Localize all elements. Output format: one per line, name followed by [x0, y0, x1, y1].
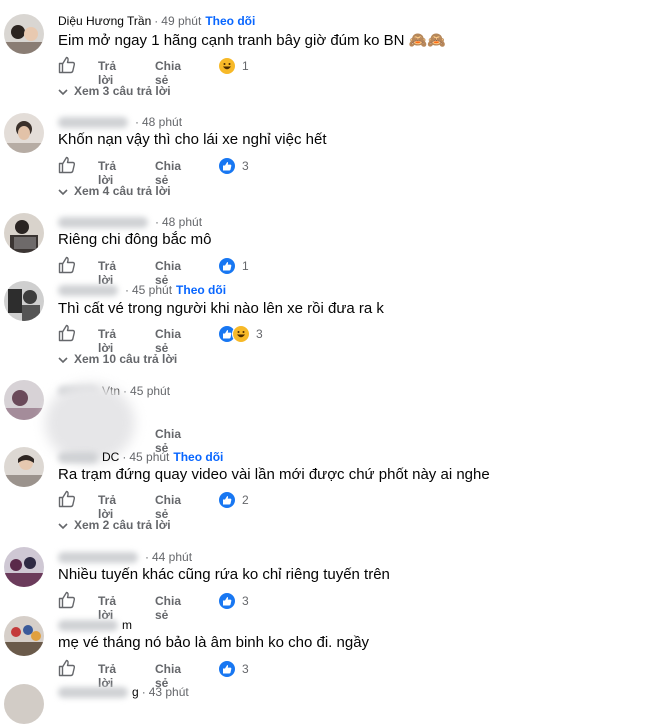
commenter-name[interactable]: g [132, 685, 139, 699]
follow-button[interactable]: Theo dõi [173, 450, 223, 464]
view-replies-link[interactable]: Xem 3 câu trả lời [58, 84, 171, 98]
comment-header: DC · 45 phút Theo dõi [58, 450, 223, 464]
avatar[interactable] [4, 14, 44, 54]
commenter-name-blurred [58, 552, 138, 564]
comment-time[interactable]: 48 phút [142, 115, 182, 129]
avatar[interactable] [4, 281, 44, 321]
view-replies-label: Xem 10 câu trả lời [74, 352, 178, 366]
view-replies-link[interactable]: Xem 4 câu trả lời [58, 184, 171, 198]
like-icon[interactable] [58, 324, 76, 345]
reaction-summary[interactable]: 3 [218, 592, 249, 610]
comment-text: Ra trạm đứng quay video vài lần mới được… [58, 466, 490, 483]
view-replies-label: Xem 3 câu trả lời [74, 84, 171, 98]
chevron-down-icon [58, 189, 68, 195]
share-button[interactable]: Chia sẻ [155, 594, 181, 622]
follow-button[interactable]: Theo dõi [176, 283, 226, 297]
view-replies-label: Xem 2 câu trả lời [74, 518, 171, 532]
comment-text: Eim mở ngay 1 hãng cạnh tranh bây giờ đú… [58, 32, 447, 49]
comment-header: · 44 phút [58, 550, 192, 564]
comment-header: m [58, 618, 132, 632]
reaction-summary[interactable]: 3 [218, 660, 249, 678]
comment-header: · 48 phút [58, 115, 182, 129]
comment-time[interactable]: 45 phút [130, 384, 170, 398]
haha-reaction-icon [218, 57, 236, 75]
comment-time[interactable]: 49 phút [161, 14, 201, 28]
like-reaction-icon [218, 660, 236, 678]
like-icon[interactable] [58, 591, 76, 612]
reaction-count: 1 [242, 59, 249, 73]
view-replies-label: Xem 4 câu trả lời [74, 184, 171, 198]
commenter-name[interactable]: m [122, 618, 132, 632]
reaction-summary[interactable]: 2 [218, 491, 249, 509]
commenter-name-blurred [58, 117, 128, 129]
like-reaction-icon [218, 491, 236, 509]
comment-text: Khốn nạn vậy thì cho lái xe nghỉ việc hế… [58, 131, 327, 148]
chevron-down-icon [58, 89, 68, 95]
reaction-count: 3 [242, 594, 249, 608]
like-icon[interactable] [58, 156, 76, 177]
commenter-name[interactable]: Diệu Hương Trần [58, 14, 151, 28]
comment-time[interactable]: 48 phút [162, 215, 202, 229]
avatar[interactable] [4, 616, 44, 656]
avatar[interactable] [4, 380, 44, 420]
view-replies-link[interactable]: Xem 2 câu trả lời [58, 518, 171, 532]
commenter-name-blurred [58, 687, 128, 699]
reaction-summary[interactable]: 1 [218, 257, 249, 275]
comment-text: Thì cất vé trong người khi nào lên xe rồ… [58, 300, 384, 317]
comment-text: mẹ vé tháng nó bảo là âm binh ko cho đi.… [58, 634, 370, 651]
avatar[interactable] [4, 447, 44, 487]
view-replies-link[interactable]: Xem 10 câu trả lời [58, 352, 177, 366]
haha-reaction-icon [232, 325, 250, 343]
follow-button[interactable]: Theo dõi [205, 14, 255, 28]
avatar[interactable] [4, 113, 44, 153]
comment-header: · 48 phút [58, 215, 202, 229]
comment-header: · 45 phút Theo dõi [58, 283, 226, 297]
reaction-summary[interactable]: 3 [218, 157, 249, 175]
reaction-count: 3 [242, 662, 249, 676]
reaction-summary[interactable]: 3 [218, 325, 263, 343]
comment-header: g · 43 phút [58, 685, 189, 699]
commenter-name[interactable]: DC [102, 450, 119, 464]
like-reaction-icon [218, 257, 236, 275]
comment-time[interactable]: 43 phút [149, 685, 189, 699]
avatar[interactable] [4, 213, 44, 253]
reaction-count: 1 [242, 259, 249, 273]
like-reaction-icon [218, 592, 236, 610]
reaction-summary[interactable]: 1 [218, 57, 249, 75]
commenter-name-blurred [58, 285, 118, 297]
like-icon[interactable] [58, 659, 76, 680]
reply-button[interactable]: Trả lời [98, 493, 116, 521]
reply-button[interactable]: Trả lời [98, 327, 116, 355]
reply-button[interactable]: Trả lời [98, 159, 116, 187]
like-reaction-icon [218, 157, 236, 175]
reaction-count: 2 [242, 493, 249, 507]
chevron-down-icon [58, 357, 68, 363]
chevron-down-icon [58, 523, 68, 529]
like-icon[interactable] [58, 56, 76, 77]
avatar[interactable] [4, 547, 44, 587]
reaction-count: 3 [242, 159, 249, 173]
share-button[interactable]: Chia sẻ [155, 159, 181, 187]
commenter-name-blurred [58, 452, 98, 464]
like-icon[interactable] [58, 256, 76, 277]
reply-button[interactable]: Trả lời [98, 59, 116, 87]
share-button[interactable]: Chia sẻ [155, 327, 181, 355]
avatar[interactable] [4, 684, 44, 724]
comment-text: Nhiều tuyến khác cũng rứa ko chỉ riêng t… [58, 566, 390, 583]
share-button[interactable]: Chia sẻ [155, 493, 181, 521]
share-button[interactable]: Chia sẻ [155, 59, 181, 87]
commenter-name-blurred [58, 217, 148, 229]
comment-header: Diệu Hương Trần · 49 phút Theo dõi [58, 14, 256, 28]
comment-text: Riêng chi đông bắc mô [58, 231, 212, 248]
comment-time[interactable]: 45 phút [132, 283, 172, 297]
reaction-count: 3 [256, 327, 263, 341]
commenter-name-blurred [58, 620, 118, 632]
like-icon[interactable] [58, 490, 76, 511]
comment-time[interactable]: 45 phút [129, 450, 169, 464]
comment-time[interactable]: 44 phút [152, 550, 192, 564]
